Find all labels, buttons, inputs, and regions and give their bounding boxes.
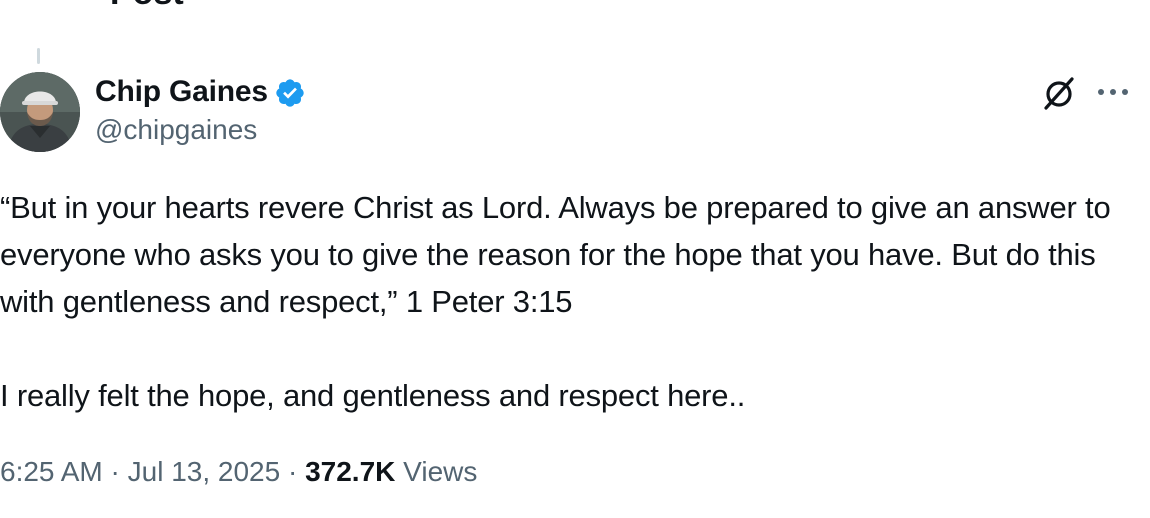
views-count[interactable]: 372.7K — [305, 456, 395, 487]
post-header: Post — [0, 0, 1150, 16]
author-handle[interactable]: @chipgaines — [95, 114, 306, 146]
avatar-image — [0, 72, 80, 152]
page-title: Post — [110, 0, 184, 10]
verified-badge-icon — [276, 79, 304, 107]
meta-separator: · — [287, 456, 298, 487]
thread-connector — [37, 48, 40, 64]
more-horizontal-icon[interactable] — [1096, 84, 1130, 100]
arrow-left-icon[interactable] — [2, 0, 24, 4]
post-meta: 6:25 AM · Jul 13, 2025 · 372.7K Views — [0, 456, 477, 488]
grok-icon[interactable] — [1040, 74, 1078, 112]
post-paragraph: I really felt the hope, and gentleness a… — [0, 378, 746, 413]
author-name[interactable]: Chip Gaines — [95, 75, 268, 109]
post-time[interactable]: 6:25 AM — [0, 456, 103, 487]
author-info: Chip Gaines @chipgaines — [95, 74, 306, 146]
post-text: “But in your hearts revere Christ as Lor… — [0, 184, 1130, 419]
post-date[interactable]: Jul 13, 2025 — [128, 456, 281, 487]
post-paragraph: “But in your hearts revere Christ as Lor… — [0, 190, 1111, 319]
meta-separator: · — [110, 456, 120, 487]
views-label: Views — [403, 456, 478, 487]
avatar[interactable] — [0, 72, 80, 152]
